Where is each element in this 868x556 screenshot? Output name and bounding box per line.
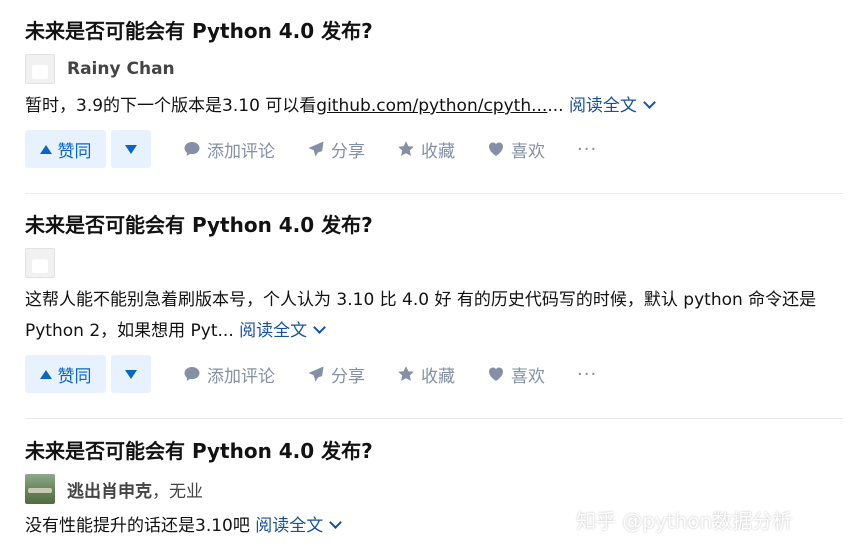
read-more-label: 阅读全文 [568, 96, 637, 116]
upvote-button[interactable]: 赞同 [25, 130, 106, 168]
chevron-down-icon [313, 321, 327, 334]
avatar[interactable] [25, 248, 55, 278]
favorite-label: 收藏 [421, 141, 455, 162]
share-button[interactable]: 分享 [307, 362, 365, 387]
downvote-button[interactable] [111, 355, 151, 393]
question-title[interactable]: 未来是否可能会有 Python 4.0 发布? [25, 438, 843, 464]
avatar[interactable] [25, 474, 55, 504]
excerpt-text: 暂时，3.9的下一个版本是3.10 可以看 [25, 96, 317, 116]
downvote-button[interactable] [111, 130, 151, 168]
upvote-label: 赞同 [57, 366, 92, 387]
comment-button[interactable]: 添加评论 [183, 362, 275, 387]
action-bar: 赞同 添加评论 分享 收藏 喜欢 ··· [25, 354, 843, 394]
triangle-down-icon [125, 144, 137, 154]
author-name[interactable]: Rainy Chan [67, 59, 175, 79]
excerpt-ellipsis: ... [547, 96, 564, 116]
watermark: 知乎 @python数据分析 [576, 509, 793, 533]
author-info [25, 248, 843, 278]
share-label: 分享 [331, 141, 365, 162]
star-icon [398, 366, 414, 381]
comment-label: 添加评论 [207, 366, 275, 387]
like-button[interactable]: 喜欢 [487, 137, 545, 162]
more-icon[interactable]: ··· [577, 139, 597, 160]
read-more-button[interactable]: 阅读全文 [239, 321, 327, 341]
divider [25, 418, 843, 419]
like-button[interactable]: 喜欢 [487, 362, 545, 387]
answer-excerpt[interactable]: 暂时，3.9的下一个版本是3.10 可以看github.com/python/c… [25, 91, 843, 122]
comment-icon [184, 367, 200, 381]
upvote-label: 赞同 [57, 141, 92, 162]
share-label: 分享 [331, 366, 365, 387]
answer-card: 未来是否可能会有 Python 4.0 发布? Rainy Chan 暂时，3.… [25, 18, 843, 169]
star-icon [398, 141, 414, 156]
excerpt-text: 没有性能提升的话还是3.10吧 [25, 516, 250, 536]
author-info: 逃出肖申克 ，无业 [25, 474, 843, 504]
chevron-down-icon [329, 516, 343, 529]
excerpt-text: 这帮人能不能别急着刷版本号，个人认为 3.10 比 4.0 好 有的历史代码写的… [25, 290, 817, 341]
comment-button[interactable]: 添加评论 [183, 137, 275, 162]
read-more-button[interactable]: 阅读全文 [568, 96, 656, 116]
favorite-button[interactable]: 收藏 [397, 137, 455, 162]
read-more-label: 阅读全文 [255, 516, 324, 536]
favorite-label: 收藏 [421, 366, 455, 387]
favorite-button[interactable]: 收藏 [397, 362, 455, 387]
triangle-down-icon [125, 369, 137, 379]
share-icon [308, 141, 324, 157]
heart-icon [489, 367, 503, 381]
upvote-button[interactable]: 赞同 [25, 355, 106, 393]
author-headline: ，无业 [152, 481, 203, 502]
comment-icon [184, 142, 200, 156]
divider [25, 193, 843, 194]
like-label: 喜欢 [511, 366, 545, 387]
chevron-down-icon [643, 96, 656, 109]
avatar[interactable] [25, 54, 55, 84]
more-icon[interactable]: ··· [577, 364, 597, 385]
read-more-button[interactable]: 阅读全文 [255, 516, 343, 536]
answer-card: 未来是否可能会有 Python 4.0 发布? 这帮人能不能别急着刷版本号，个人… [25, 212, 843, 394]
answer-excerpt[interactable]: 这帮人能不能别急着刷版本号，个人认为 3.10 比 4.0 好 有的历史代码写的… [25, 285, 837, 347]
like-label: 喜欢 [511, 141, 545, 162]
comment-label: 添加评论 [207, 141, 275, 162]
question-title[interactable]: 未来是否可能会有 Python 4.0 发布? [25, 18, 843, 44]
author-name[interactable]: 逃出肖申克 [67, 477, 152, 502]
read-more-label: 阅读全文 [239, 321, 308, 341]
heart-icon [489, 142, 503, 156]
triangle-up-icon [39, 369, 52, 379]
share-button[interactable]: 分享 [307, 137, 365, 162]
action-bar: 赞同 添加评论 分享 收藏 喜欢 ··· [25, 129, 843, 169]
share-icon [308, 366, 324, 382]
excerpt-link[interactable]: github.com/python/cpyth... [316, 96, 547, 116]
author-info: Rainy Chan [25, 54, 843, 84]
question-title[interactable]: 未来是否可能会有 Python 4.0 发布? [25, 212, 843, 238]
triangle-up-icon [39, 144, 52, 154]
